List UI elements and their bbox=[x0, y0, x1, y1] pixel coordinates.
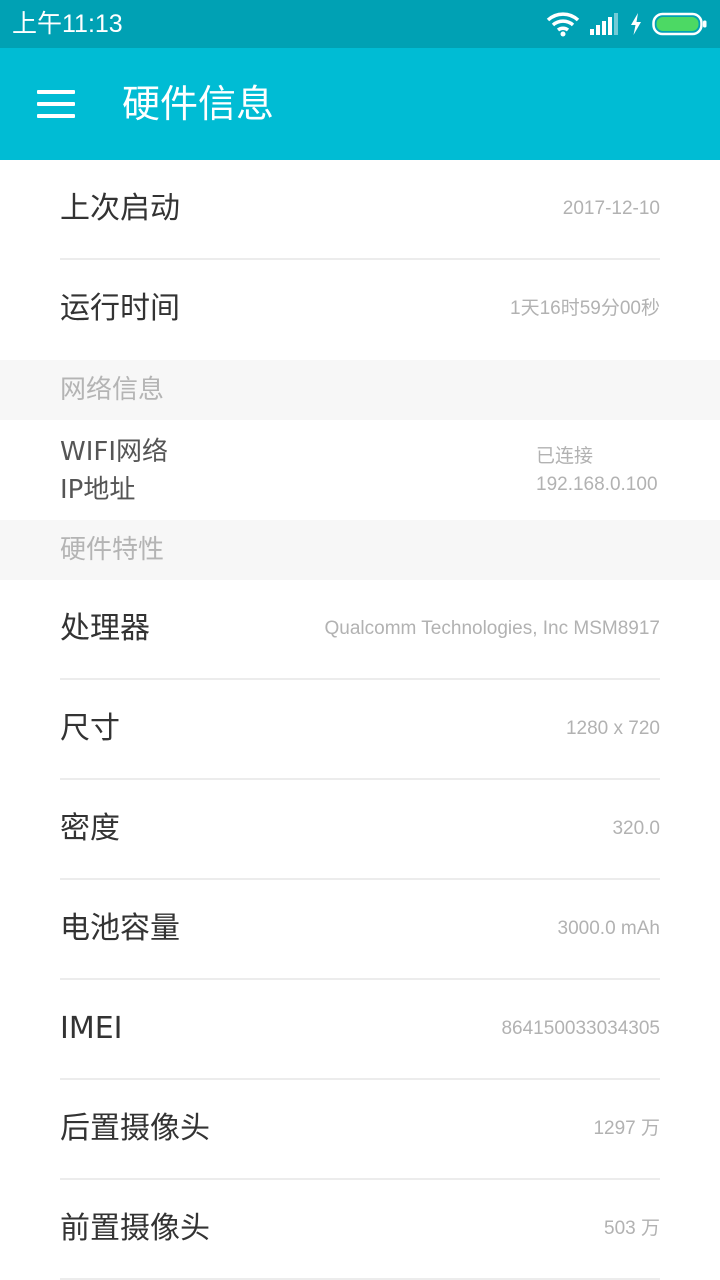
battery-icon bbox=[652, 12, 707, 36]
list-item-uptime[interactable]: 运行时间 1天16时59分00秒 bbox=[0, 260, 720, 360]
list-item-label: 后置摄像头 bbox=[60, 1111, 210, 1146]
list-item-value: 1297 万 bbox=[593, 1118, 660, 1139]
status-bar: 上午11:13 bbox=[0, 0, 720, 48]
list-item-label: 处理器 bbox=[60, 611, 150, 646]
list-item-label: IMEI bbox=[60, 1011, 123, 1046]
content-list[interactable]: 上次启动 2017-12-10 运行时间 1天16时59分00秒 网络信息 WI… bbox=[0, 160, 720, 1280]
list-item-front-camera[interactable]: 前置摄像头 503 万 bbox=[0, 1180, 720, 1280]
page-title: 硬件信息 bbox=[122, 82, 275, 126]
menu-button[interactable] bbox=[28, 76, 84, 132]
menu-icon-bar bbox=[37, 102, 75, 106]
list-item-value: 3000.0 mAh bbox=[557, 918, 660, 939]
wifi-status-value: 已连接 bbox=[536, 446, 594, 467]
section-title: 硬件特性 bbox=[60, 535, 165, 565]
list-item-value: Qualcomm Technologies, Inc MSM8917 bbox=[324, 618, 660, 639]
list-item-value: 2017-12-10 bbox=[562, 198, 660, 219]
ip-address-value: 192.168.0.100 bbox=[536, 474, 658, 495]
menu-icon-bar bbox=[37, 114, 75, 118]
list-item-label: 运行时间 bbox=[60, 291, 180, 326]
signal-icon bbox=[590, 13, 618, 35]
list-item-label: 密度 bbox=[60, 811, 120, 846]
list-item-value: 1天16时59分00秒 bbox=[510, 298, 660, 319]
app-bar: 硬件信息 bbox=[0, 48, 720, 160]
list-item-imei[interactable]: IMEI 864150033034305 bbox=[0, 980, 720, 1080]
wifi-icon bbox=[546, 12, 580, 37]
section-title: 网络信息 bbox=[60, 375, 165, 405]
ip-label: IP地址 bbox=[60, 475, 136, 505]
list-item-density[interactable]: 密度 320.0 bbox=[0, 780, 720, 880]
charging-icon bbox=[631, 13, 641, 35]
list-item-screen-size[interactable]: 尺寸 1280 x 720 bbox=[0, 680, 720, 780]
list-item-label: 电池容量 bbox=[60, 911, 180, 946]
list-item-network[interactable]: WIFI网络 IP地址 已连接 192.168.0.100 bbox=[0, 420, 720, 520]
list-item-value: 320.0 bbox=[612, 818, 660, 839]
list-item-processor[interactable]: 处理器 Qualcomm Technologies, Inc MSM8917 bbox=[0, 580, 720, 680]
list-item-label: 前置摄像头 bbox=[60, 1211, 210, 1246]
list-item-label: 尺寸 bbox=[60, 711, 120, 746]
wifi-label: WIFI网络 bbox=[60, 437, 168, 467]
list-item-value: 1280 x 720 bbox=[565, 718, 660, 739]
section-header-hardware: 硬件特性 bbox=[0, 520, 720, 580]
section-header-network: 网络信息 bbox=[0, 360, 720, 420]
list-item-value: 503 万 bbox=[604, 1218, 660, 1239]
list-item-label: 上次启动 bbox=[60, 191, 180, 226]
menu-icon-bar bbox=[37, 90, 75, 94]
list-item-last-boot[interactable]: 上次启动 2017-12-10 bbox=[0, 160, 720, 260]
status-time: 上午11:13 bbox=[12, 10, 123, 38]
list-item-rear-camera[interactable]: 后置摄像头 1297 万 bbox=[0, 1080, 720, 1180]
list-item-battery-capacity[interactable]: 电池容量 3000.0 mAh bbox=[0, 880, 720, 980]
list-item-value: 864150033034305 bbox=[501, 1018, 660, 1039]
status-icons bbox=[546, 10, 708, 38]
